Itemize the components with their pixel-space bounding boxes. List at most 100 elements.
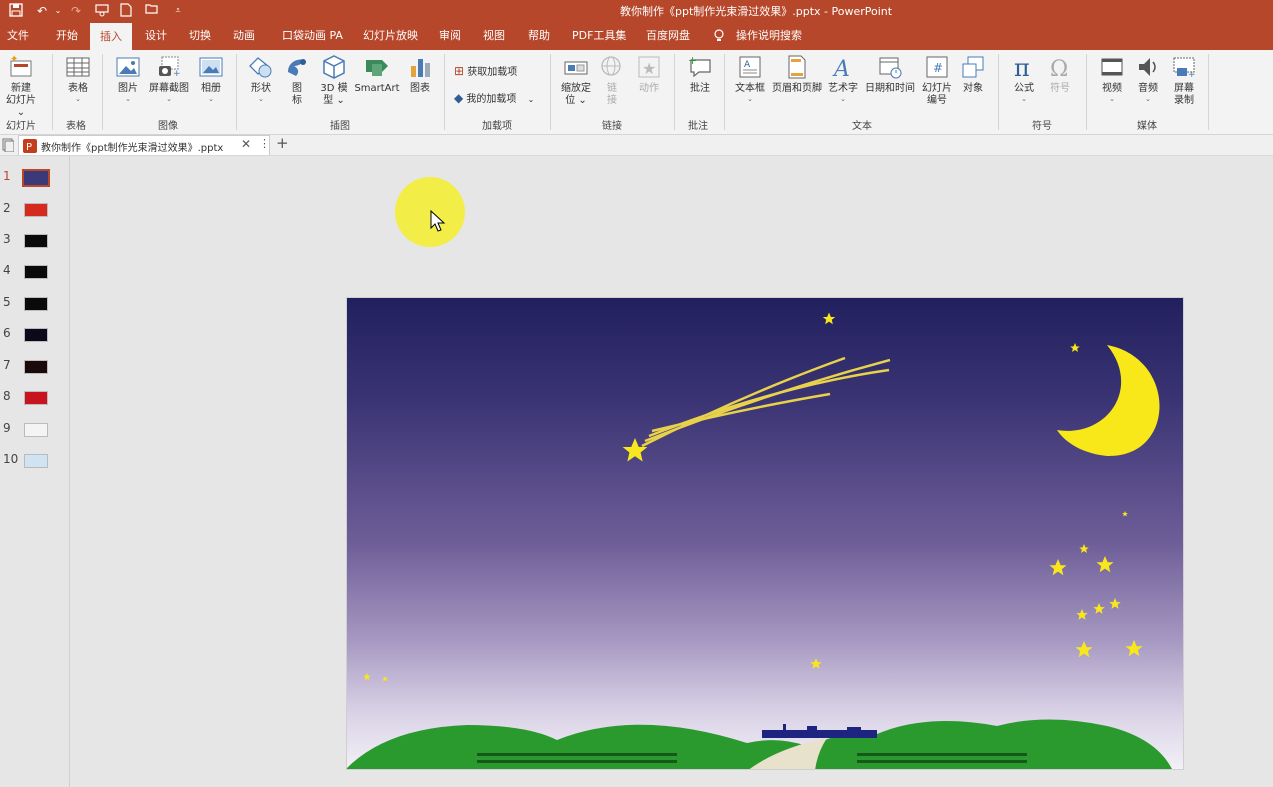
tab-animations[interactable]: 动画 xyxy=(233,22,255,50)
svg-text:+: + xyxy=(173,69,181,79)
speaker-icon xyxy=(1135,54,1161,80)
new-slide-button[interactable]: ✦ 新建 幻灯片 ⌄ xyxy=(2,54,40,119)
tab-view[interactable]: 视图 xyxy=(483,22,505,50)
tab-baidu-netdisk[interactable]: 百度网盘 xyxy=(646,22,690,50)
picture-button[interactable]: 图片 ⌄ xyxy=(110,54,146,103)
document-tab[interactable]: P 教你制作《ppt制作光束滑过效果》.pptx ✕ ⋮ xyxy=(18,135,270,155)
slide-canvas[interactable] xyxy=(346,297,1184,770)
action-button[interactable]: ★ 动作 xyxy=(634,54,664,95)
slide-number-button[interactable]: # 幻灯片 编号 xyxy=(918,54,956,107)
add-tab-button[interactable]: + xyxy=(276,134,289,152)
link-label-1: 链 xyxy=(607,83,617,94)
audio-button[interactable]: 音频 ⌄ xyxy=(1132,54,1164,103)
slide-number-4: 4 xyxy=(3,263,11,277)
star xyxy=(1093,603,1105,614)
undo-icon[interactable]: ↶ xyxy=(34,3,50,19)
textbox-label: 文本框 xyxy=(735,83,765,94)
smartart-label: SmartArt xyxy=(354,83,400,94)
tab-insert[interactable]: 插入 xyxy=(90,22,132,51)
shapes-label: 形状 xyxy=(251,83,271,94)
open-folder-icon[interactable] xyxy=(144,3,160,19)
slide-thumbnail-1[interactable] xyxy=(22,169,50,187)
wordart-label: 艺术字 xyxy=(828,83,858,94)
screen-recording-button[interactable]: + 屏幕 录制 xyxy=(1168,54,1200,107)
tell-me-search[interactable]: 操作说明搜索 xyxy=(736,22,802,50)
tab-home[interactable]: 开始 xyxy=(56,22,78,50)
smartart-button[interactable]: SmartArt xyxy=(354,54,400,95)
screenshot-icon: + xyxy=(156,54,182,80)
chart-button[interactable]: 图表 xyxy=(404,54,436,95)
comment-label: 批注 xyxy=(690,83,710,94)
star xyxy=(1125,640,1143,657)
slide-number-9: 9 xyxy=(3,421,11,435)
presenter-icon[interactable] xyxy=(94,3,110,19)
slide-thumbnail-4[interactable] xyxy=(24,265,48,279)
ribbon-insert: ✦ 新建 幻灯片 ⌄ 幻灯片 表格 ⌄ 表格 图片 ⌄ + 屏幕截图 ⌄ 相册 … xyxy=(0,50,1273,135)
more-options-icon[interactable]: ⋮ xyxy=(259,137,270,150)
slide-thumbnail-5[interactable] xyxy=(24,297,48,311)
3d-models-label-2: 型 xyxy=(323,95,334,106)
group-label-text: 文本 xyxy=(852,121,872,132)
svg-text:★: ★ xyxy=(642,59,656,78)
my-addins-button[interactable]: ◆ 我的加载项 ⌄ xyxy=(454,90,534,105)
star xyxy=(1075,641,1093,658)
close-icon[interactable]: ✕ xyxy=(241,137,251,151)
slide-thumbnail-7[interactable] xyxy=(24,360,48,374)
zoom-button[interactable]: 缩放定 位 ⌄ xyxy=(556,54,596,107)
slide-number-8: 8 xyxy=(3,389,11,403)
header-footer-button[interactable]: 页眉和页脚 xyxy=(770,54,824,95)
svg-text:π: π xyxy=(1014,54,1030,80)
get-addins-button[interactable]: ⊞ 获取加载项 xyxy=(454,63,517,78)
slide-thumbnail-2[interactable] xyxy=(24,203,48,217)
group-label-images: 图像 xyxy=(158,121,178,132)
equation-button[interactable]: π 公式 ⌄ xyxy=(1008,54,1040,103)
redo-icon[interactable]: ↷ xyxy=(68,3,84,19)
shapes-button[interactable]: 形状 ⌄ xyxy=(244,54,278,103)
screenshot-button[interactable]: + 屏幕截图 ⌄ xyxy=(146,54,192,103)
slide-thumbnail-3[interactable] xyxy=(24,234,48,248)
tab-design[interactable]: 设计 xyxy=(145,22,167,50)
tab-help[interactable]: 帮助 xyxy=(528,22,550,50)
slide-thumbnail-9[interactable] xyxy=(24,423,48,437)
link-button[interactable]: 链 接 xyxy=(598,54,626,107)
comment-button[interactable]: + 批注 xyxy=(684,54,716,95)
tab-file[interactable]: 文件 xyxy=(7,22,29,50)
symbol-button[interactable]: Ω 符号 xyxy=(1044,54,1076,95)
undo-dropdown-icon[interactable]: ⌄ xyxy=(50,3,66,19)
star xyxy=(1076,609,1088,620)
3d-models-button[interactable]: 3D 模 型 ⌄ xyxy=(316,54,352,107)
mouse-pointer-icon xyxy=(430,209,446,232)
slide-thumbnail-10[interactable] xyxy=(24,454,48,468)
photo-album-button[interactable]: 相册 ⌄ xyxy=(194,54,228,103)
svg-text:#: # xyxy=(933,61,943,75)
textbox-button[interactable]: A 文本框 ⌄ xyxy=(732,54,768,103)
icons-button[interactable]: 图 标 xyxy=(282,54,312,107)
tab-list-icon[interactable] xyxy=(2,138,15,153)
tab-pocket-animation[interactable]: 口袋动画 PA xyxy=(282,22,343,50)
date-time-button[interactable]: 日期和时间 xyxy=(862,54,918,95)
slide-thumbnail-6[interactable] xyxy=(24,328,48,342)
object-button[interactable]: 对象 xyxy=(958,54,988,95)
svg-text:P: P xyxy=(26,142,32,153)
action-star-icon: ★ xyxy=(636,54,662,80)
slide-number-label-2: 编号 xyxy=(927,95,947,106)
chevron-down-icon: ⌄ xyxy=(527,95,535,104)
star xyxy=(1096,556,1114,573)
slide-number-2: 2 xyxy=(3,201,11,215)
tab-pdf-tools[interactable]: PDF工具集 xyxy=(572,22,626,50)
ribbon-divider xyxy=(52,54,53,130)
tab-review[interactable]: 审阅 xyxy=(439,22,461,50)
video-button[interactable]: 视频 ⌄ xyxy=(1096,54,1128,103)
object-label: 对象 xyxy=(963,83,983,94)
slide-thumbnail-8[interactable] xyxy=(24,391,48,405)
tab-transitions[interactable]: 切换 xyxy=(189,22,211,50)
group-label-tables: 表格 xyxy=(66,121,86,132)
wordart-button[interactable]: A 艺术字 ⌄ xyxy=(826,54,860,103)
save-icon[interactable] xyxy=(8,3,24,19)
table-button[interactable]: 表格 ⌄ xyxy=(60,54,96,103)
tab-slideshow[interactable]: 幻灯片放映 xyxy=(363,22,418,50)
header-footer-icon xyxy=(784,54,810,80)
customize-icon[interactable]: ⩡ xyxy=(170,3,186,19)
addins-icon: ◆ xyxy=(454,91,464,105)
new-file-icon[interactable] xyxy=(118,3,134,19)
